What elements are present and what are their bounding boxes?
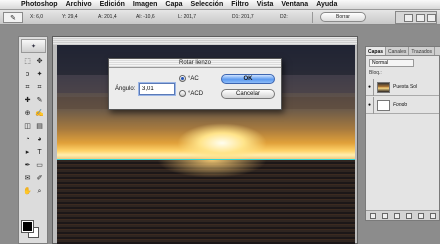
lasso-tool-icon[interactable]: ↄ — [22, 70, 33, 80]
menu-edicion[interactable]: Edición — [96, 1, 129, 8]
path-select-tool-icon[interactable]: ▸ — [22, 148, 33, 158]
brush-tool-icon[interactable]: ✎ — [34, 96, 45, 106]
zoom-tool-icon[interactable]: ⌕ — [34, 187, 45, 197]
lock-label: Bloq.: — [369, 70, 382, 76]
menu-vista[interactable]: Vista — [253, 1, 278, 8]
angle-readout: L: 201,7 — [178, 14, 197, 20]
healing-tool-icon[interactable]: ✚ — [22, 96, 33, 106]
palette-footer — [366, 210, 439, 220]
sun-glow — [177, 123, 267, 163]
adobe-online-icon[interactable]: ✦ — [21, 39, 46, 53]
menu-ventana[interactable]: Ventana — [277, 1, 312, 8]
radio-counterclockwise[interactable]: °ACD — [179, 90, 203, 97]
photoshop-window: Photoshop Archivo Edición Imagen Capa Se… — [0, 0, 440, 244]
layer-row[interactable]: ● Puesta Sol — [366, 78, 439, 96]
shape-tool-icon[interactable]: ▭ — [34, 161, 45, 171]
slice-tool-icon[interactable]: ⌗ — [34, 83, 45, 93]
tab-canales[interactable]: Canales — [386, 47, 410, 55]
palette-well-tab[interactable] — [416, 14, 425, 22]
layer-name: Fondo — [393, 102, 408, 108]
separator — [312, 12, 313, 23]
radio-selected-icon[interactable] — [179, 75, 186, 82]
eyedropper-tool-icon[interactable]: ✐ — [34, 174, 45, 184]
menu-capa[interactable]: Capa — [161, 1, 186, 8]
palette-well-tab[interactable] — [404, 14, 413, 22]
apple-menu-icon[interactable] — [4, 0, 13, 9]
link-icon[interactable] — [370, 213, 376, 219]
move-tool-icon[interactable]: ✥ — [34, 57, 45, 67]
layers-palette: Capas Canales Trazados Normal Bloq.: ● P… — [365, 46, 440, 221]
palette-well[interactable] — [395, 11, 437, 24]
new-layer-icon[interactable] — [418, 213, 424, 219]
crop-tool-icon[interactable]: ⌗ — [22, 83, 33, 93]
layer-row[interactable]: ● Fondo — [366, 96, 439, 114]
layer-thumbnail — [377, 81, 390, 93]
distance1-readout: D1: 201,7 — [232, 14, 254, 20]
angle-label: Ángulo: — [115, 86, 136, 92]
menu-seleccion[interactable]: Selección — [187, 1, 228, 8]
history-brush-tool-icon[interactable]: ✍ — [34, 109, 45, 119]
layer-style-icon[interactable] — [382, 213, 388, 219]
tab-trazados[interactable]: Trazados — [409, 47, 436, 55]
clear-button[interactable]: Borrar — [320, 12, 366, 22]
radio-clockwise-label: °AC — [188, 75, 199, 82]
gradient-tool-icon[interactable]: ▤ — [34, 122, 45, 132]
mask-icon[interactable] — [394, 213, 400, 219]
blur-tool-icon[interactable]: ◔ — [22, 135, 33, 145]
magic-wand-tool-icon[interactable]: ✦ — [34, 70, 45, 80]
angle-input[interactable] — [139, 83, 175, 95]
blend-mode-select[interactable]: Normal — [369, 59, 414, 67]
menu-bar: Photoshop Archivo Edición Imagen Capa Se… — [0, 0, 440, 10]
marquee-tool-icon[interactable]: ⬚ — [22, 57, 33, 67]
height-readout: Al: -10,6 — [136, 14, 155, 20]
dialog-title: Rotar lienzo — [109, 59, 281, 68]
pen-tool-icon[interactable]: ✒ — [22, 161, 33, 171]
palette-tabs: Capas Canales Trazados — [366, 47, 440, 56]
type-tool-icon[interactable]: T — [34, 148, 45, 158]
tab-capas[interactable]: Capas — [366, 47, 387, 55]
hand-tool-icon[interactable]: ✋ — [22, 187, 33, 197]
distance2-readout: D2: — [280, 14, 288, 20]
trash-icon[interactable] — [430, 213, 436, 219]
rotate-canvas-dialog: Rotar lienzo Ángulo: °AC °ACD OK Cancela… — [108, 58, 282, 110]
options-bar: ✎ X: 6,0 Y: 29,4 A: 201,4 Al: -10,6 L: 2… — [0, 10, 440, 25]
sun-reflection — [157, 160, 267, 178]
menu-imagen[interactable]: Imagen — [129, 1, 162, 8]
notes-tool-icon[interactable]: ✉ — [22, 174, 33, 184]
cancel-button[interactable]: Cancelar — [221, 89, 275, 99]
ok-button[interactable]: OK — [221, 74, 275, 84]
toolbox: ✦ ⬚ ✥ ↄ ✦ ⌗ ⌗ ✚ ✎ ⊕ ✍ ◫ ▤ ◔ ◕ ▸ T ✒ ▭ ✉ ✐ ✋ ⌕ — [18, 36, 48, 244]
radio-clockwise[interactable]: °AC — [179, 75, 199, 82]
visibility-eye-icon[interactable]: ● — [366, 78, 374, 96]
dodge-tool-icon[interactable]: ◕ — [34, 135, 45, 145]
menu-ayuda[interactable]: Ayuda — [312, 1, 341, 8]
eraser-tool-icon[interactable]: ◫ — [22, 122, 33, 132]
measure-tool-icon: ✎ — [10, 14, 16, 22]
y-readout: Y: 29,4 — [62, 14, 78, 20]
width-readout: A: 201,4 — [98, 14, 117, 20]
foreground-color-swatch[interactable] — [21, 220, 34, 233]
tool-preset-picker[interactable]: ✎ — [3, 12, 23, 23]
radio-counterclockwise-label: °ACD — [188, 90, 204, 97]
menu-photoshop[interactable]: Photoshop — [17, 1, 62, 8]
layer-thumbnail — [377, 99, 390, 111]
new-set-icon[interactable] — [406, 213, 412, 219]
document-title-bar[interactable] — [53, 37, 357, 45]
x-readout: X: 6,0 — [30, 14, 44, 20]
visibility-eye-icon[interactable]: ● — [366, 96, 374, 114]
radio-unselected-icon[interactable] — [179, 90, 186, 97]
layer-name: Puesta Sol — [393, 84, 418, 90]
menu-archivo[interactable]: Archivo — [62, 1, 96, 8]
palette-well-tab[interactable] — [427, 14, 436, 22]
horizon-guide-line — [57, 159, 355, 160]
menu-filtro[interactable]: Filtro — [227, 1, 253, 8]
clone-tool-icon[interactable]: ⊕ — [22, 109, 33, 119]
